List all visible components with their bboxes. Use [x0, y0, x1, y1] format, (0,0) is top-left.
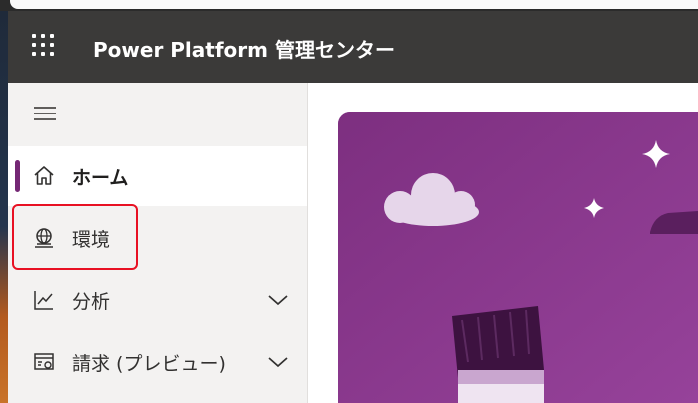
hero-illustration: [338, 112, 698, 403]
sidebar-item-billing[interactable]: 請求 (プレビュー): [8, 332, 307, 392]
desktop-background-edge: [0, 11, 8, 403]
app-title[interactable]: Power Platform 管理センター: [93, 34, 395, 63]
browser-tab-edge: [10, 0, 698, 9]
sidebar-item-label: 分析: [72, 290, 111, 313]
billing-icon: [34, 353, 54, 370]
chevron-down-icon[interactable]: [267, 355, 289, 369]
hero-banner: [338, 112, 698, 403]
selected-indicator: [15, 160, 20, 192]
home-icon: [34, 166, 54, 185]
sidebar-item-analytics[interactable]: 分析: [8, 270, 307, 330]
chevron-down-icon[interactable]: [267, 293, 289, 307]
paintbrush-icon: [452, 306, 544, 403]
hamburger-icon[interactable]: [34, 107, 56, 121]
annotation-highlight-box: [12, 204, 138, 270]
sidebar-item-label: ホーム: [72, 166, 129, 189]
app-header: Power Platform 管理センター: [8, 11, 698, 83]
sidebar-item-home[interactable]: ホーム: [8, 146, 307, 206]
app-launcher-icon[interactable]: [32, 34, 58, 60]
window-top-strip: [0, 0, 698, 11]
analytics-chart-icon: [34, 291, 53, 310]
sidebar-item-label: 請求 (プレビュー): [72, 352, 226, 375]
